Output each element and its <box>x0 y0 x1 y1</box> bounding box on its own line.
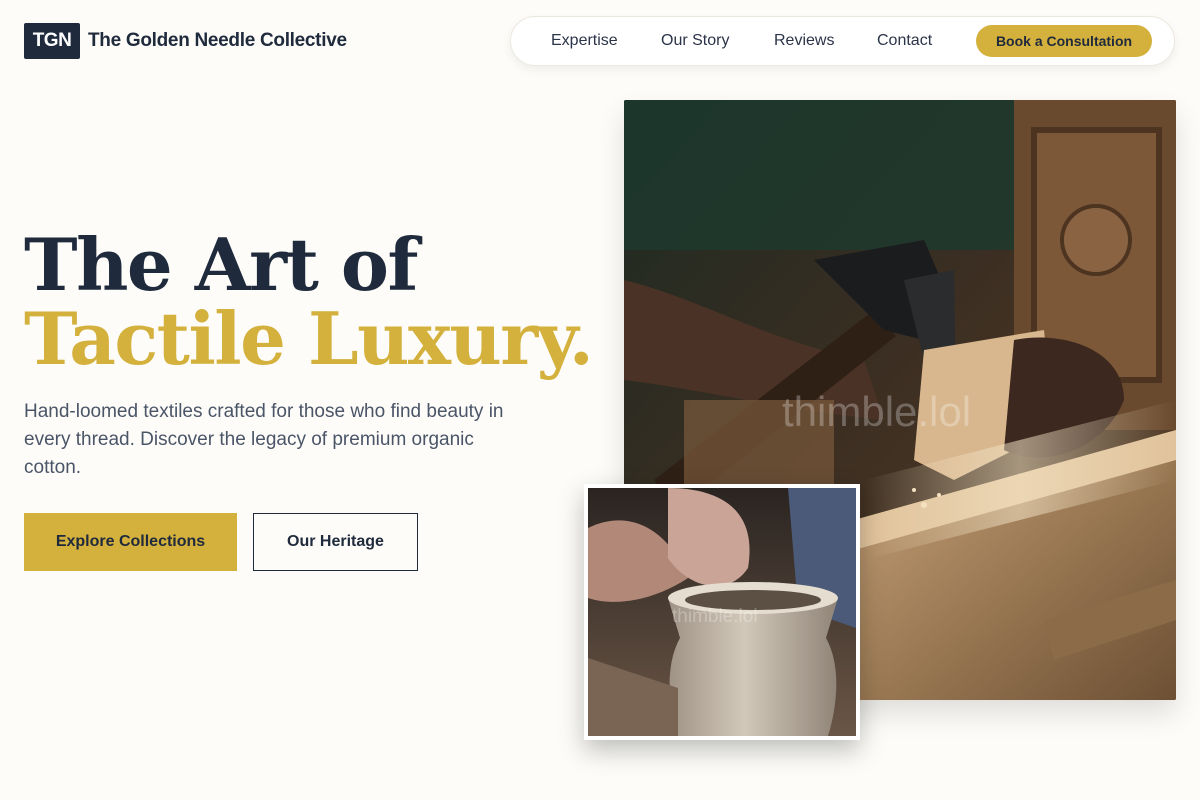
book-consultation-button[interactable]: Book a Consultation <box>976 25 1152 57</box>
nav-link-expertise[interactable]: Expertise <box>551 32 618 50</box>
landing-page: TGN The Golden Needle Collective Experti… <box>0 0 1200 800</box>
our-heritage-button[interactable]: Our Heritage <box>253 513 418 571</box>
hero-headline: The Art of Tactile Luxury. <box>24 228 604 376</box>
pottery-photo-frame: thimble.lol <box>584 484 860 740</box>
headline-line-2: Tactile Luxury. <box>24 296 594 381</box>
headline-line-1: The Art of <box>24 222 418 307</box>
nav-link-contact[interactable]: Contact <box>877 32 932 50</box>
brand[interactable]: TGN The Golden Needle Collective <box>24 23 347 59</box>
pottery-illustration <box>588 488 856 736</box>
brand-name: The Golden Needle Collective <box>88 30 347 51</box>
nav-link-our-story[interactable]: Our Story <box>661 32 729 50</box>
main-nav: Expertise Our Story Reviews Contact Book… <box>510 16 1175 66</box>
nav-link-reviews[interactable]: Reviews <box>774 32 834 50</box>
logo: TGN <box>24 23 80 59</box>
explore-collections-button[interactable]: Explore Collections <box>24 513 237 571</box>
pottery-photo: thimble.lol <box>588 488 856 736</box>
hero-subtitle: Hand-loomed textiles crafted for those w… <box>24 401 504 478</box>
